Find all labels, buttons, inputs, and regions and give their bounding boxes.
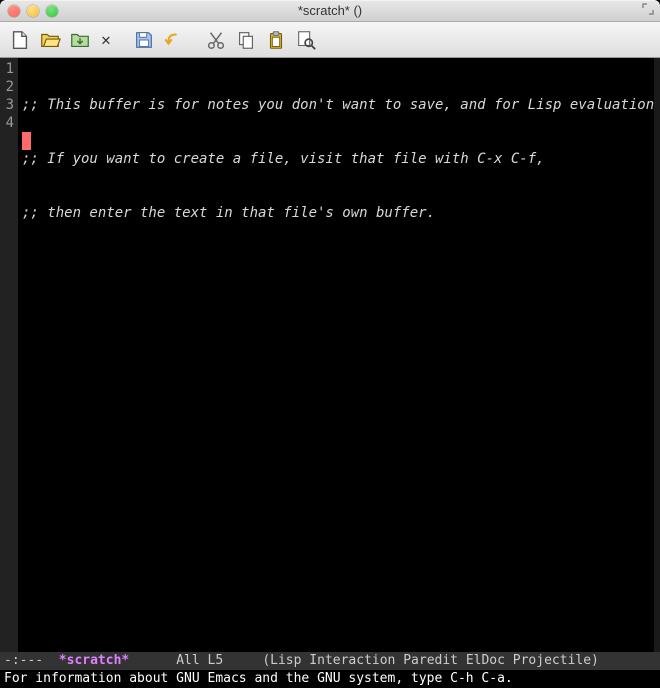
save-as-button[interactable] (130, 26, 158, 54)
window-controls (8, 5, 58, 17)
line-number: 2 (2, 78, 14, 96)
save-file-button[interactable] (66, 26, 94, 54)
minimize-window-button[interactable] (27, 5, 39, 17)
modeline-buffer-name: *scratch* (59, 652, 129, 670)
line-number: 3 (2, 96, 14, 114)
titlebar: *scratch* () (0, 0, 660, 22)
paste-button[interactable] (262, 26, 290, 54)
open-file-button[interactable] (36, 26, 64, 54)
modeline-position: All L5 (176, 652, 223, 670)
modeline-modes: (Lisp Interaction Paredit ElDoc Projecti… (262, 652, 599, 670)
text-content[interactable]: ;; This buffer is for notes you don't wa… (18, 58, 660, 652)
undo-button[interactable] (160, 26, 188, 54)
zoom-window-button[interactable] (46, 5, 58, 17)
minibuffer-message: For information about GNU Emacs and the … (4, 671, 513, 686)
cut-button[interactable] (202, 26, 230, 54)
toolbar: ✕ (0, 22, 660, 58)
code-line (22, 258, 660, 276)
code-line: ;; This buffer is for notes you don't wa… (22, 96, 660, 114)
close-buffer-button[interactable]: ✕ (96, 30, 116, 49)
copy-button[interactable] (232, 26, 260, 54)
window-title: *scratch* () (0, 3, 660, 18)
modeline[interactable]: -:--- *scratch* All L5 (Lisp Interaction… (0, 652, 660, 670)
line-number: 1 (2, 60, 14, 78)
code-line: ;; If you want to create a file, visit t… (22, 150, 660, 168)
new-file-button[interactable] (6, 26, 34, 54)
editor-area[interactable]: 1 2 3 4 ;; This buffer is for notes you … (0, 58, 660, 652)
minibuffer[interactable]: For information about GNU Emacs and the … (0, 670, 660, 688)
cursor (22, 132, 31, 150)
code-line: ;; then enter the text in that file's ow… (22, 204, 660, 222)
close-window-button[interactable] (8, 5, 20, 17)
search-button[interactable] (292, 26, 320, 54)
scrollbar[interactable] (654, 58, 660, 652)
fullscreen-icon[interactable] (642, 3, 654, 18)
line-number-gutter: 1 2 3 4 (0, 58, 18, 652)
line-number: 4 (2, 114, 14, 132)
modeline-status: -:--- (4, 652, 43, 670)
